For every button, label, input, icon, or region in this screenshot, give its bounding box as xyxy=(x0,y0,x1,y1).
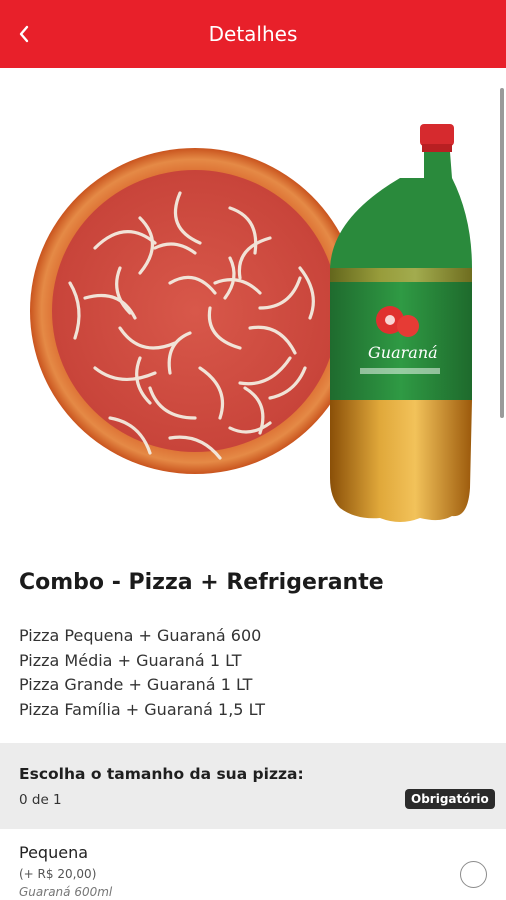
product-description: Pizza Pequena + Guaraná 600 Pizza Média … xyxy=(19,624,265,722)
option-subtitle: Guaraná 600ml xyxy=(19,885,113,899)
description-line: Pizza Média + Guaraná 1 LT xyxy=(19,650,242,670)
description-line: Pizza Pequena + Guaraná 600 xyxy=(19,626,262,645)
option-price: (+ R$ 20,00) xyxy=(19,867,97,881)
radio-button[interactable] xyxy=(460,861,487,888)
bottle-label-text: Guaraná xyxy=(368,343,438,362)
product-image: Guaraná xyxy=(0,68,506,548)
option-name: Pequena xyxy=(19,843,89,862)
description-line: Pizza Grande + Guaraná 1 LT xyxy=(19,675,253,694)
description-line: Pizza Família + Guaraná 1,5 LT xyxy=(19,699,266,719)
size-choice-section: Escolha o tamanho da sua pizza: 0 de 1 O… xyxy=(0,743,506,829)
product-name: Combo - Pizza + Refrigerante xyxy=(19,570,384,595)
scrollbar[interactable] xyxy=(500,88,504,418)
option-pequena[interactable]: Pequena (+ R$ 20,00) Guaraná 600ml xyxy=(0,829,506,900)
required-badge: Obrigatório xyxy=(405,789,495,809)
selection-count: 0 de 1 xyxy=(19,792,62,808)
page-title: Detalhes xyxy=(208,22,298,46)
top-app-bar: Detalhes xyxy=(0,0,506,68)
section-title: Escolha o tamanho da sua pizza: xyxy=(19,765,304,783)
